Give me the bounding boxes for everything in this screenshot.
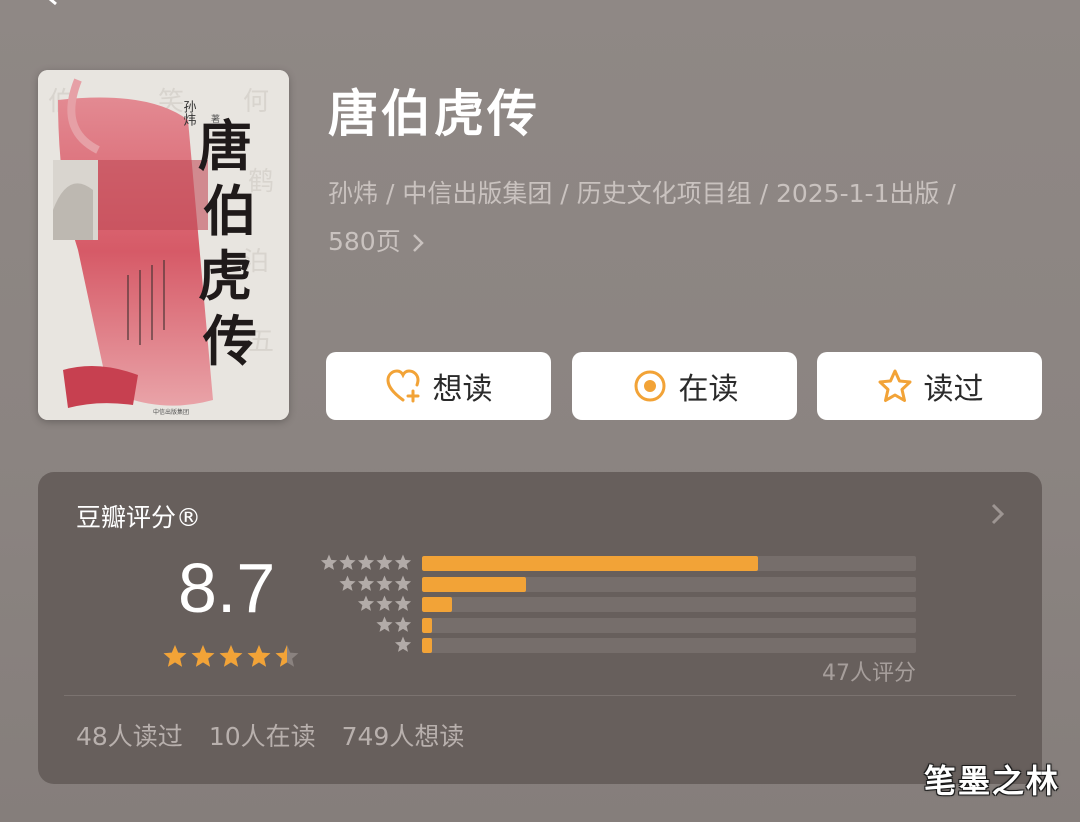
- star-icon: [339, 554, 356, 570]
- score-stars: [163, 645, 299, 667]
- target-circle-icon: [631, 367, 669, 405]
- back-arrow-icon[interactable]: [38, 0, 68, 8]
- stat-want[interactable]: 749人想读: [342, 717, 465, 753]
- book-meta-line: 孙炜 / 中信出版集团 / 历史文化项目组 / 2025-1-1出版 /: [328, 179, 956, 208]
- watermark: 笔墨之林: [923, 762, 1060, 800]
- have-read-button[interactable]: 读过: [817, 352, 1042, 420]
- have-read-label: 读过: [923, 372, 984, 407]
- book-title: 唐伯虎传: [328, 85, 540, 143]
- star-icon: [357, 595, 375, 611]
- cover-title-glyph: 传: [202, 309, 257, 373]
- chevron-right-icon[interactable]: [990, 502, 1006, 526]
- heart-plus-icon: [385, 367, 423, 405]
- svg-text:何: 何: [243, 87, 269, 117]
- cover-title-glyph: 唐: [198, 114, 252, 178]
- star-filled-icon: [219, 645, 243, 667]
- reading-button[interactable]: 在读: [572, 352, 797, 420]
- rating-count: 47人评分: [822, 661, 916, 686]
- stat-reading[interactable]: 10人在读: [209, 717, 316, 753]
- reader-stats: 48人读过 10人在读 749人想读: [76, 717, 464, 753]
- distribution-bar-fill: [422, 597, 452, 612]
- chevron-right-icon: [412, 234, 424, 252]
- distribution-stars-4: [339, 575, 412, 591]
- distribution-bar-fill: [422, 617, 432, 633]
- star-icon: [376, 595, 393, 611]
- distribution-stars-5: [320, 554, 412, 570]
- star-icon: [394, 575, 412, 591]
- divider: [64, 695, 1016, 696]
- reading-label: 在读: [678, 372, 739, 407]
- star-icon: [394, 636, 412, 652]
- distribution-stars-2: [376, 616, 412, 632]
- cover-publisher: 中信出版集团: [153, 408, 189, 416]
- star-icon: [394, 595, 412, 611]
- want-to-read-button[interactable]: 想读: [326, 352, 551, 420]
- star-icon: [320, 554, 338, 570]
- star-icon: [357, 575, 375, 591]
- star-icon: [376, 554, 393, 570]
- distribution-bar-4: [422, 576, 916, 592]
- want-to-read-label: 想读: [432, 372, 493, 407]
- distribution-stars-1: [394, 636, 412, 652]
- star-icon: [394, 554, 412, 570]
- distribution-bar-fill: [422, 576, 526, 592]
- distribution-bar-fill: [422, 556, 758, 571]
- distribution-bar-3: [422, 597, 916, 612]
- distribution-stars-3: [357, 595, 412, 611]
- distribution-bar-fill: [422, 638, 432, 653]
- star-icon: [376, 575, 393, 591]
- star-icon: [357, 554, 375, 570]
- cover-title-glyph: 伯: [203, 179, 257, 243]
- rating-card: 豆瓣评分® 8.7 47人评分 48人读过 10人在读 749人想读: [38, 472, 1042, 784]
- star-filled-icon: [191, 645, 215, 667]
- book-meta[interactable]: 孙炜 / 中信出版集团 / 历史文化项目组 / 2025-1-1出版 / 580…: [328, 170, 1028, 266]
- star-outline-icon: [876, 367, 914, 405]
- rating-score: 8.7: [178, 549, 276, 627]
- book-cover-image[interactable]: 何鹤 泊五 伯笑 孙炜 著 唐 伯 虎 传: [38, 70, 289, 420]
- cover-author: 孙炜: [181, 100, 197, 127]
- cover-title-glyph: 虎: [198, 244, 252, 308]
- distribution-bar-1: [422, 638, 916, 653]
- distribution-bar-5: [422, 556, 916, 571]
- star-filled-icon: [163, 645, 187, 667]
- rating-header: 豆瓣评分®: [76, 503, 202, 532]
- book-pages: 580页: [328, 227, 401, 256]
- distribution-bar-2: [422, 617, 916, 633]
- book-detail-page: 何鹤 泊五 伯笑 孙炜 著 唐 伯 虎 传: [0, 0, 1080, 822]
- star-icon: [376, 616, 393, 632]
- star-icon: [394, 616, 412, 632]
- star-icon: [339, 575, 356, 591]
- stat-read[interactable]: 48人读过: [76, 717, 183, 753]
- star-filled-icon: [247, 645, 271, 667]
